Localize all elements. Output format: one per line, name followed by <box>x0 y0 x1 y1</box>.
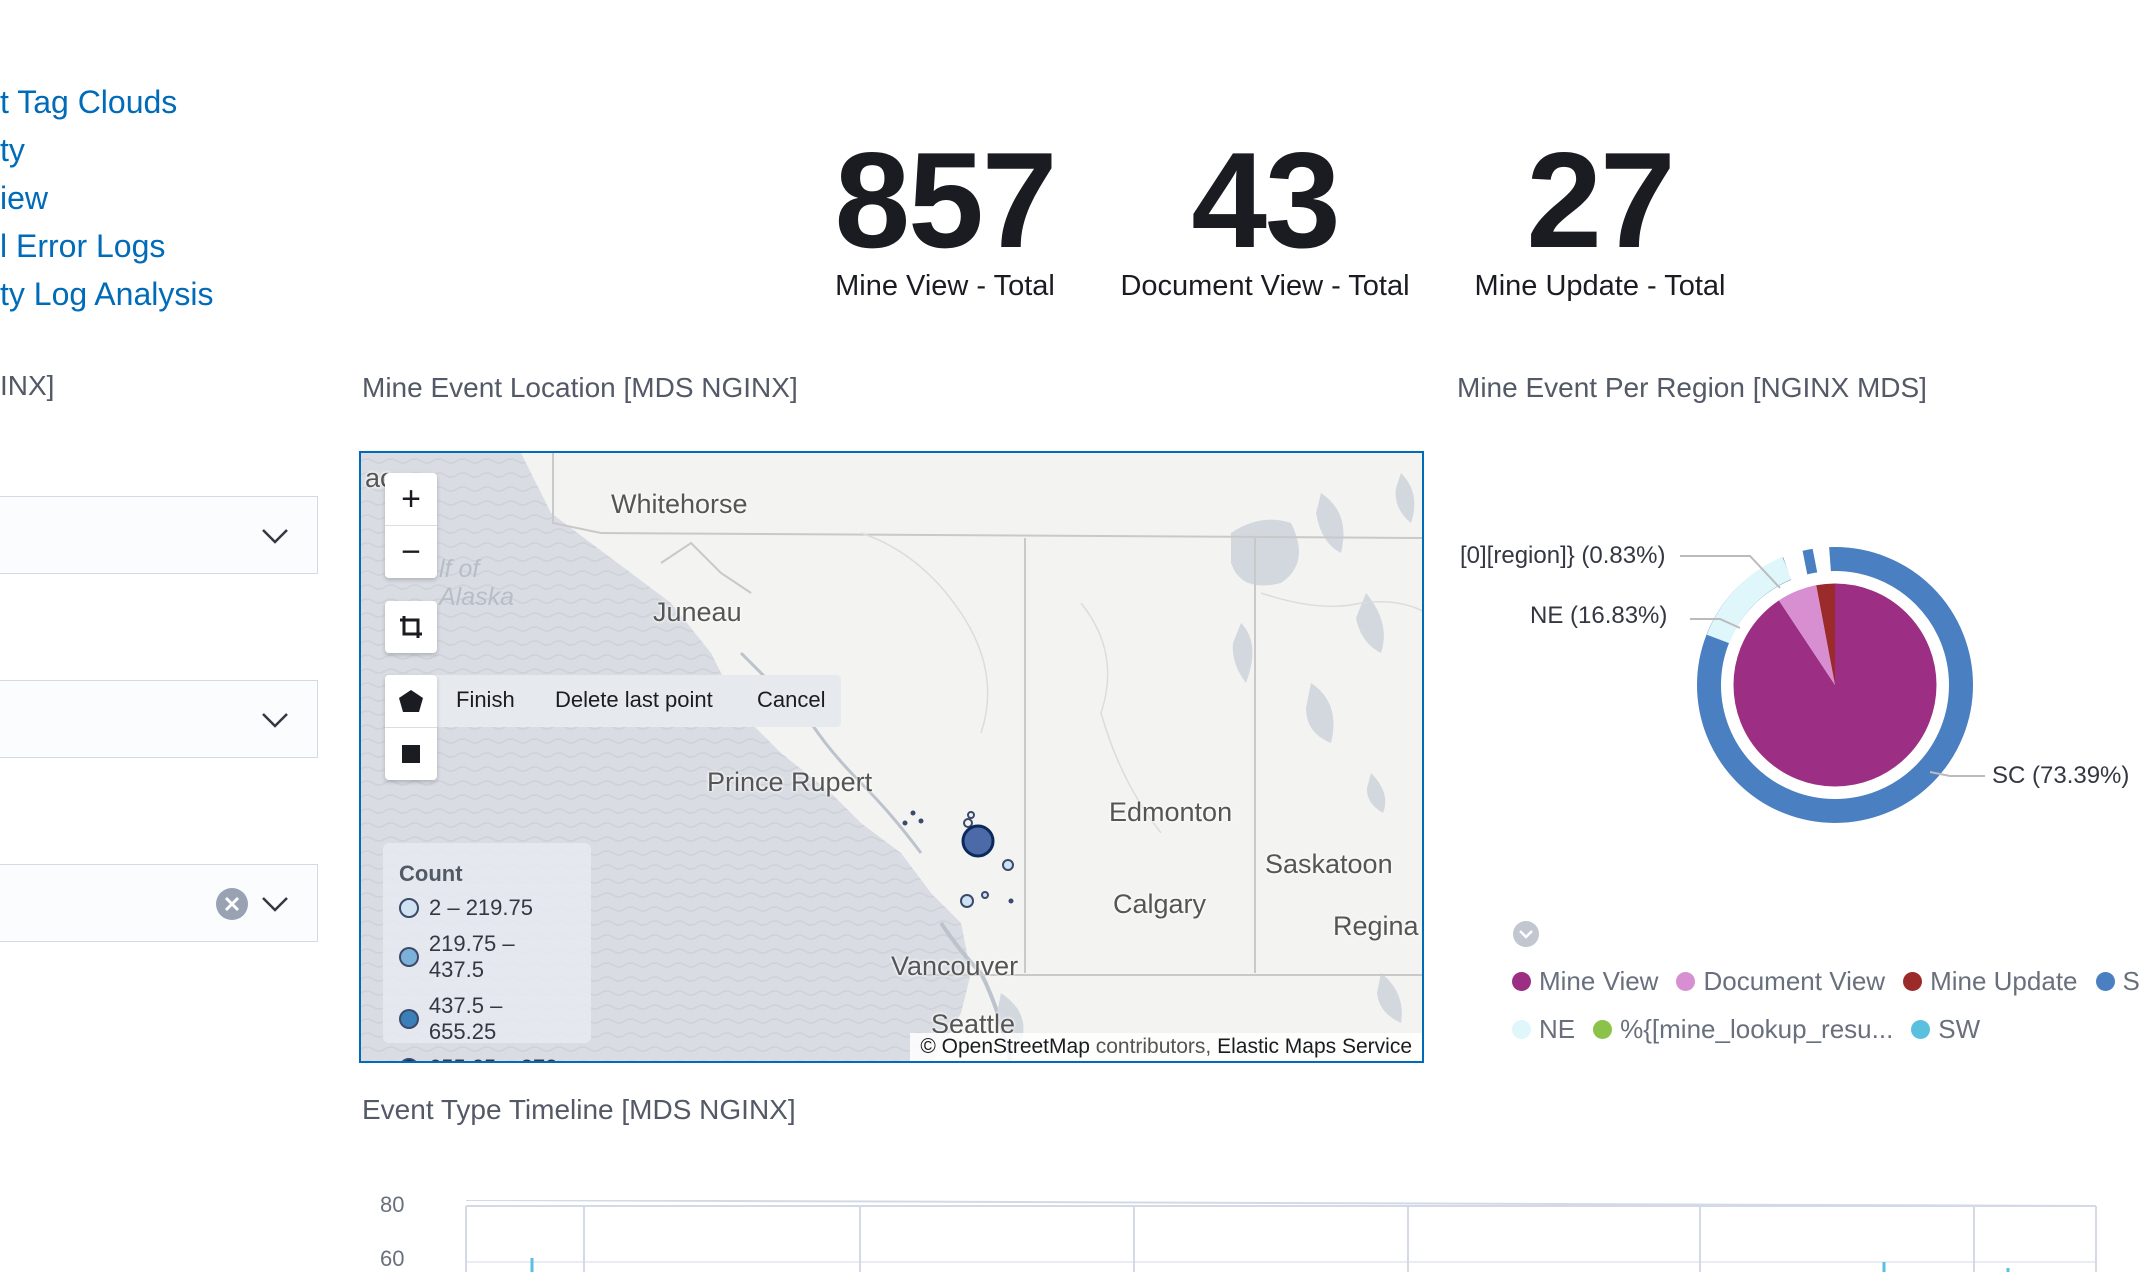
pie-label-ne: NE (16.83%) <box>1530 602 1668 629</box>
city-label: Edmonton <box>1109 797 1233 827</box>
count-legend-row: 219.75 – 437.5 <box>399 931 575 983</box>
zoom-controls: + − <box>385 473 437 578</box>
crop-icon <box>400 616 422 638</box>
count-swatch <box>399 1009 419 1029</box>
legend-label: SW <box>1938 1014 1981 1044</box>
count-swatch <box>399 1058 419 1061</box>
metric-label: Mine Update - Total <box>1474 270 1726 302</box>
y-tick-label: 80 <box>380 1192 405 1217</box>
count-range: 437.5 – 655.25 <box>428 993 503 1044</box>
legend-swatch <box>1911 1020 1931 1039</box>
legend-swatch <box>1512 972 1531 991</box>
attribution-text: contributors, <box>1089 1035 1212 1058</box>
legend-item-sw[interactable]: SW <box>1911 1014 1980 1045</box>
draw-tools <box>385 675 437 780</box>
metric-value: 27 <box>1526 124 1675 276</box>
water-label: lf of Alaska <box>439 555 515 611</box>
city-label: Prince Rupert <box>707 767 873 797</box>
legend-item-document-view[interactable]: Document View <box>1676 966 1885 997</box>
timeline-panel-title: Event Type Timeline [MDS NGINX] <box>362 1094 796 1125</box>
chevron-down-icon <box>262 897 288 912</box>
fit-bounds-button[interactable] <box>385 601 437 653</box>
pie-legend-row-2: NE %{[mine_lookup_resu... SW <box>1512 1014 1980 1045</box>
square-icon <box>402 745 420 763</box>
chevron-down-icon <box>262 713 288 728</box>
clear-icon[interactable] <box>215 887 249 921</box>
legend-label: SC <box>2122 966 2140 996</box>
count-legend-title: Count <box>399 861 463 886</box>
zoom-out-button[interactable]: − <box>385 526 437 578</box>
metric-label: Mine View - Total <box>835 270 1055 302</box>
zoom-in-button[interactable]: + <box>385 473 437 526</box>
metric-mine-view: 857 Mine View - Total <box>820 132 1070 303</box>
count-range: 219.75 – 437.5 <box>428 931 515 982</box>
y-tick-label: 60 <box>380 1246 405 1271</box>
city-label: Whitehorse <box>611 489 748 519</box>
dashboard-link-tag-clouds[interactable]: t Tag Clouds <box>0 84 177 121</box>
legend-swatch <box>1903 972 1923 991</box>
dashboard-link-overview[interactable]: iew <box>0 180 48 217</box>
pie-label-sc: SC (73.39%) <box>1992 762 2130 789</box>
polygon-icon <box>399 690 423 712</box>
legend-label: Mine Update <box>1930 966 2078 996</box>
legend-item-mine-view[interactable]: Mine View <box>1512 966 1658 997</box>
legend-label: Mine View <box>1539 966 1659 996</box>
ems-link[interactable]: Elastic Maps Service <box>1211 1035 1412 1058</box>
city-label: Calgary <box>1113 889 1207 919</box>
osm-link[interactable]: © OpenStreetMap <box>920 1035 1090 1058</box>
map-container[interactable]: lf of Alaska ac Whitehorse Juneau Prince… <box>359 451 1424 1063</box>
legend-item-mine-update[interactable]: Mine Update <box>1903 966 2078 997</box>
map-attribution: © OpenStreetMap contributors, Elastic Ma… <box>910 1033 1422 1061</box>
count-range: 655.25 – 873 <box>429 1055 557 1061</box>
legend-swatch <box>1512 1020 1531 1039</box>
cancel-button[interactable]: Cancel <box>757 687 825 713</box>
legend-swatch <box>1593 1020 1613 1039</box>
city-label: Juneau <box>653 597 742 627</box>
delete-last-point-button[interactable]: Delete last point <box>555 687 713 713</box>
city-label: Saskatoon <box>1265 849 1393 879</box>
count-legend-row: 655.25 – 873 <box>399 1055 575 1061</box>
legend-toggle-icon[interactable] <box>1512 920 1540 948</box>
city-label: Vancouver <box>891 951 1019 981</box>
pie-leader-lines <box>1680 555 1985 777</box>
draw-rectangle-button[interactable] <box>385 728 437 780</box>
legend-label: NE <box>1539 1014 1576 1044</box>
metric-document-view: 43 Document View - Total <box>1115 132 1415 303</box>
controls-panel-title: INX] <box>0 370 55 401</box>
count-legend-row: 437.5 – 655.25 <box>399 993 575 1045</box>
map-panel-title: Mine Event Location [MDS NGINX] <box>362 372 798 403</box>
dashboard-link-log-analysis[interactable]: ty Log Analysis <box>0 276 213 313</box>
control-dropdown-1[interactable] <box>0 496 318 574</box>
metric-mine-update: 27 Mine Update - Total <box>1460 132 1740 303</box>
legend-item-sc[interactable]: SC <box>2095 966 2140 997</box>
count-swatch <box>399 947 419 967</box>
legend-swatch <box>2095 972 2115 991</box>
control-dropdown-3[interactable] <box>0 864 318 942</box>
count-legend: Count 2 – 219.75 219.75 – 437.5 437.5 – … <box>383 843 591 1061</box>
metric-label: Document View - Total <box>1120 270 1410 302</box>
dashboard-link-activity[interactable]: ty <box>0 132 25 169</box>
count-range: 2 – 219.75 <box>429 895 533 920</box>
chevron-down-icon <box>262 529 288 544</box>
pie-legend-row-1: Mine View Document View Mine Update SC <box>1512 966 2140 997</box>
legend-swatch <box>1676 972 1696 991</box>
pie-panel-title: Mine Event Per Region [NGINX MDS] <box>1457 372 1927 403</box>
finish-button[interactable]: Finish <box>456 687 515 713</box>
control-dropdown-2[interactable] <box>0 680 318 758</box>
metric-value: 857 <box>834 124 1058 276</box>
city-label: Regina <box>1333 911 1419 941</box>
pie-label-region: [0][region]} (0.83%) <box>1460 542 1666 569</box>
draw-polygon-button[interactable] <box>385 675 437 728</box>
count-legend-row: 2 – 219.75 <box>399 895 575 921</box>
legend-item-region-lookup[interactable]: %{[mine_lookup_resu... <box>1593 1014 1893 1045</box>
count-swatch <box>399 898 419 918</box>
legend-label: %{[mine_lookup_resu... <box>1620 1014 1894 1044</box>
dashboard-link-error-logs[interactable]: l Error Logs <box>0 228 165 265</box>
metric-value: 43 <box>1191 124 1340 276</box>
legend-label: Document View <box>1703 966 1886 996</box>
legend-item-ne[interactable]: NE <box>1512 1014 1575 1045</box>
timeline-chart[interactable] <box>460 1200 2100 1272</box>
